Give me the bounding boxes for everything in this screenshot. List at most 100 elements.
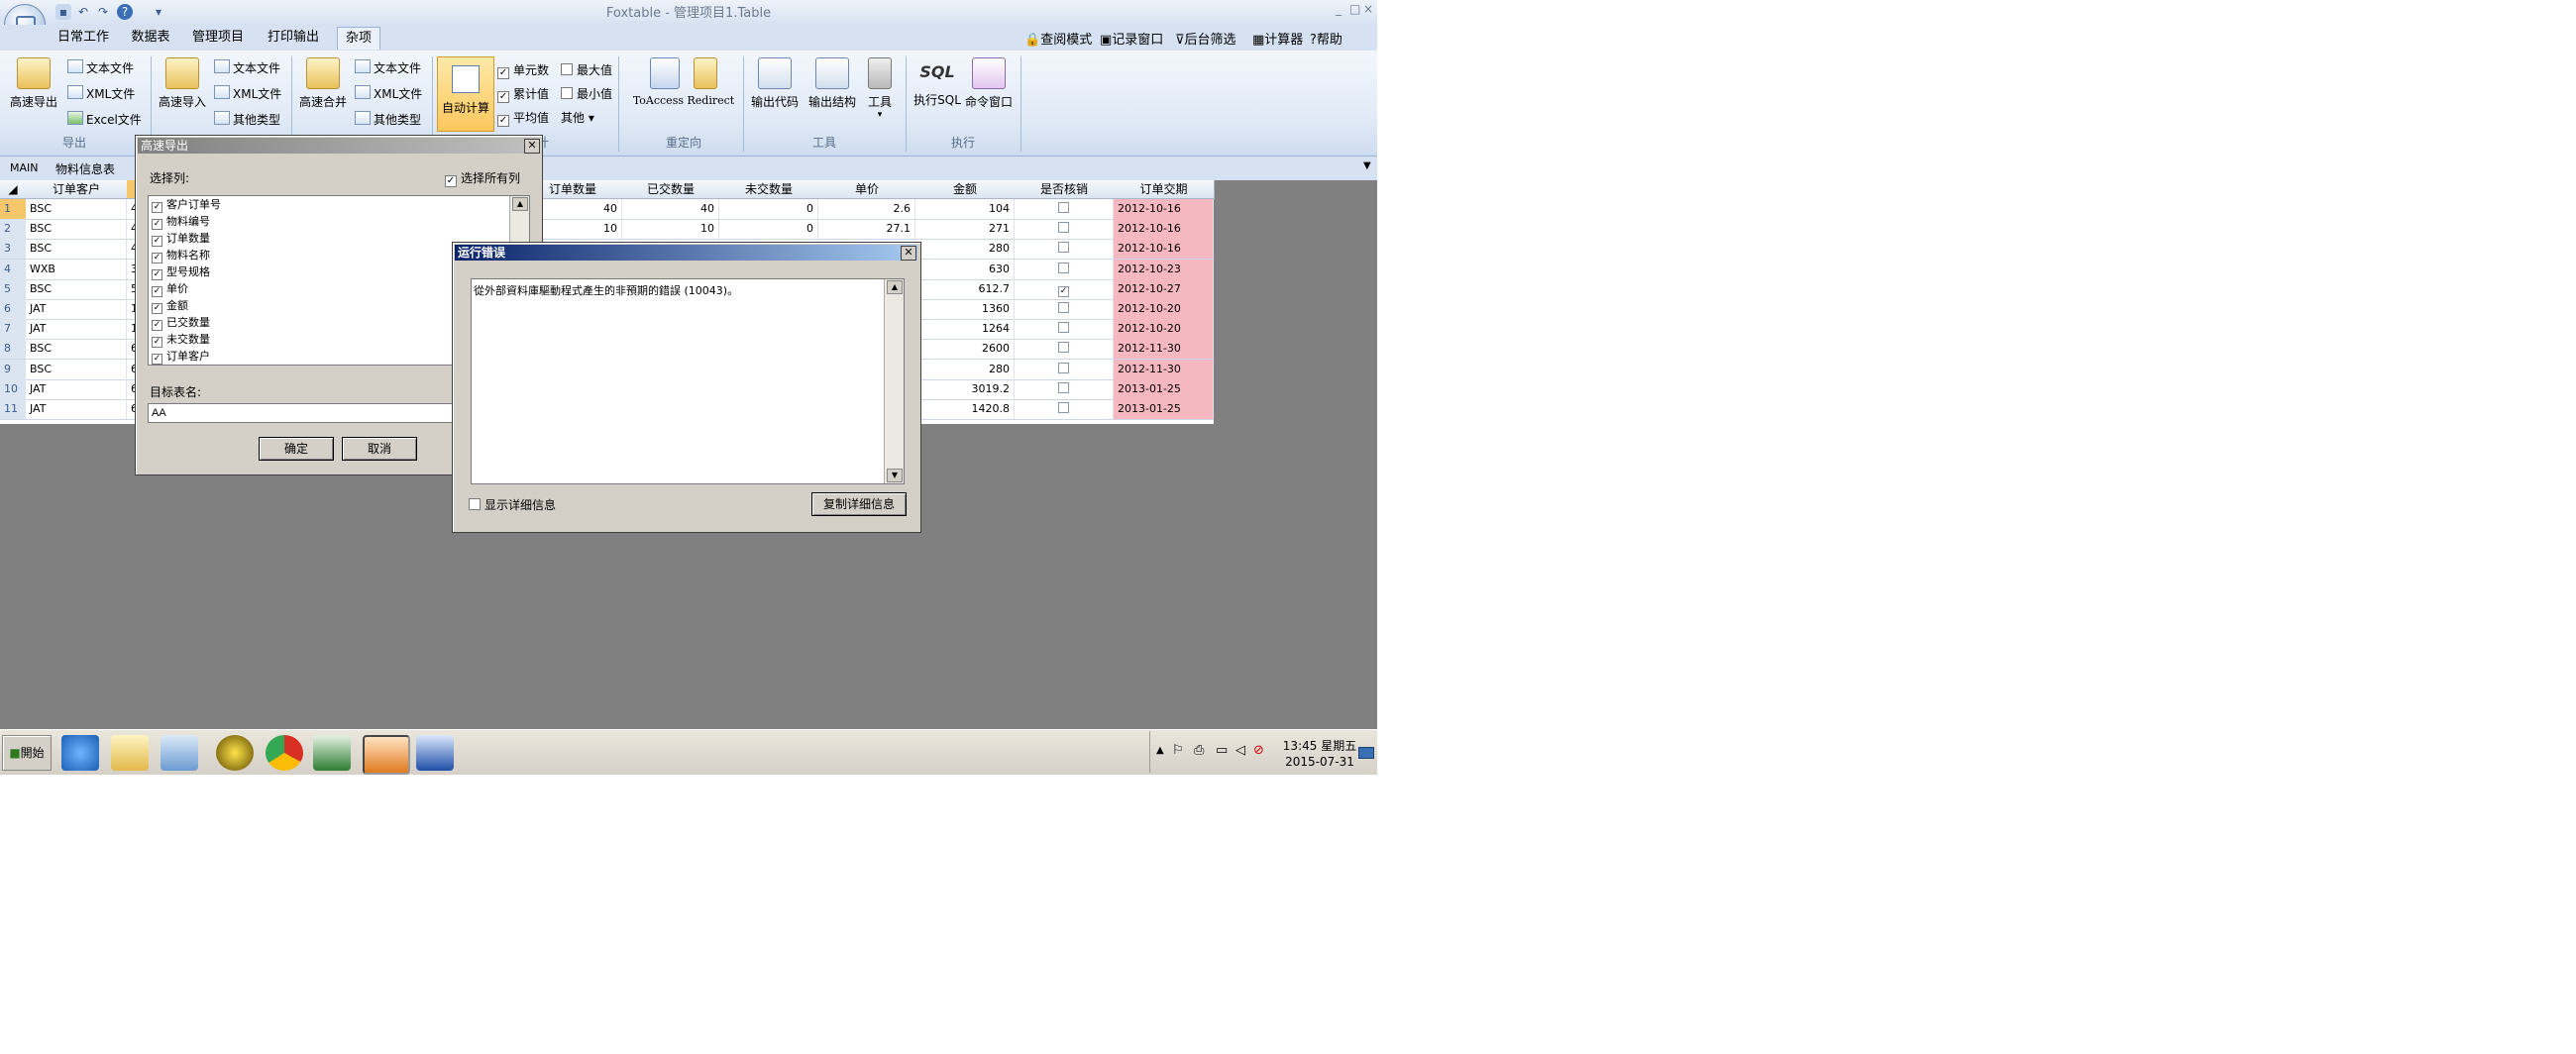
tab-daily-work[interactable]: 日常工作 [52, 27, 115, 49]
chevron-up-icon[interactable]: ▲ [1156, 745, 1164, 756]
redo-icon[interactable]: ↷ [95, 4, 111, 20]
cell-unit-price[interactable]: 2.6 [818, 199, 915, 219]
security-icon[interactable]: ⊘ [1253, 743, 1264, 758]
column-header[interactable]: 已交数量 [622, 180, 720, 199]
column-header[interactable]: 订单客户 [26, 180, 128, 199]
cell-verified-checkbox[interactable]: ✓ [1015, 278, 1114, 299]
close-icon[interactable]: ✕ [901, 246, 916, 261]
checkbox-icon[interactable]: ✓ [152, 236, 162, 247]
cell-customer[interactable]: BSC [26, 278, 127, 299]
row-number[interactable]: 2 [0, 219, 26, 240]
column-header[interactable]: 单价 [818, 180, 916, 199]
show-desktop-icon[interactable] [1358, 747, 1374, 759]
cell-due-date[interactable]: 2012-10-23 [1114, 259, 1214, 279]
cell-amount[interactable]: 630 [915, 259, 1015, 279]
query-mode-button[interactable]: 🔒查阅模式 [1024, 29, 1092, 48]
cell-verified-checkbox[interactable] [1015, 319, 1114, 340]
excel-icon[interactable] [313, 735, 351, 771]
cell-verified-checkbox[interactable] [1015, 399, 1114, 419]
minimize-button[interactable]: _ [1336, 2, 1342, 16]
cell-customer[interactable]: JAT [26, 299, 127, 319]
network-icon[interactable]: ▭ [1216, 743, 1228, 758]
record-window-button[interactable]: ▣记录窗口 [1100, 29, 1163, 48]
cell-customer[interactable]: WXB [26, 259, 127, 279]
tools-dropdown-button[interactable]: 工具 ▾ [862, 57, 898, 120]
import-xml-file[interactable]: XML文件 [214, 85, 281, 102]
checkbox-icon[interactable]: ✓ [152, 320, 162, 331]
checkbox-icon[interactable]: ✓ [152, 219, 162, 230]
scroll-up-icon[interactable]: ▲ [512, 197, 528, 211]
cell-due-date[interactable]: 2012-10-27 [1114, 278, 1214, 299]
clock-date[interactable]: 2015-07-31 [1275, 755, 1364, 769]
row-number[interactable]: 1 [0, 199, 26, 219]
scroll-down-icon[interactable]: ▼ [887, 469, 903, 482]
export-excel-file[interactable]: Excel文件 [67, 111, 142, 128]
close-button[interactable]: × [1363, 2, 1373, 16]
cell-verified-checkbox[interactable] [1015, 378, 1114, 399]
cell-customer[interactable]: BSC [26, 199, 127, 219]
calculator-button[interactable]: ▦计算器 [1252, 29, 1303, 48]
select-all-columns-checkbox[interactable]: ✓ 选择所有列 [445, 169, 520, 187]
column-list-item[interactable]: ✓ 物料编号 [149, 213, 529, 230]
fast-merge-button[interactable]: 高速合并 [295, 57, 351, 110]
save-icon[interactable]: ▪ [55, 4, 71, 20]
volume-icon[interactable]: ◁ [1235, 743, 1245, 758]
checkbox-icon[interactable]: ✓ [152, 337, 162, 348]
cell-amount[interactable]: 2600 [915, 339, 1015, 360]
cell-due-date[interactable]: 2012-10-16 [1114, 219, 1214, 240]
foxtable-taskbar-icon[interactable] [363, 735, 410, 775]
cell-delivered-qty[interactable]: 40 [622, 199, 719, 219]
merge-xml-file[interactable]: XML文件 [355, 85, 422, 102]
cell-due-date[interactable]: 2012-11-30 [1114, 339, 1214, 360]
table-tab-material-info[interactable]: 物料信息表 [55, 160, 115, 177]
cell-verified-checkbox[interactable] [1015, 359, 1114, 379]
stat-other-dropdown[interactable]: 其他 ▾ [561, 109, 594, 126]
chrome-icon[interactable] [266, 735, 303, 771]
cell-amount[interactable]: 3019.2 [915, 378, 1015, 399]
cell-customer[interactable]: BSC [26, 339, 127, 360]
copy-details-button[interactable]: 复制详细信息 [811, 492, 907, 516]
row-number[interactable]: 3 [0, 239, 26, 260]
import-text-file[interactable]: 文本文件 [214, 59, 280, 76]
stat-max[interactable]: 最大值 [561, 61, 612, 78]
merge-other-type[interactable]: 其他类型 [355, 111, 421, 128]
cell-amount[interactable]: 271 [915, 219, 1015, 240]
row-number[interactable]: 8 [0, 339, 26, 360]
error-scrollbar[interactable]: ▲ ▼ [884, 279, 904, 483]
column-header[interactable]: 未交数量 [719, 180, 819, 199]
app-y-icon[interactable] [216, 735, 254, 771]
start-button[interactable]: ■開始 [2, 735, 52, 771]
cell-due-date[interactable]: 2012-10-16 [1114, 199, 1214, 219]
checkbox-icon[interactable]: ✓ [152, 202, 162, 213]
cell-delivered-qty[interactable]: 10 [622, 219, 719, 240]
row-number[interactable]: 4 [0, 259, 26, 279]
undo-icon[interactable]: ↶ [75, 4, 91, 20]
checkbox-icon[interactable]: ✓ [152, 253, 162, 264]
help-button[interactable]: ?帮助 [1310, 29, 1342, 48]
cell-unit-price[interactable]: 27.1 [818, 219, 915, 240]
cell-amount[interactable]: 612.7 [915, 278, 1015, 299]
command-window-button[interactable]: 命令窗口 [961, 57, 1017, 110]
checkbox-icon[interactable]: ✓ [152, 303, 162, 314]
clock-time[interactable]: 13:45 星期五 [1275, 737, 1364, 754]
row-number[interactable]: 6 [0, 299, 26, 319]
cell-amount[interactable]: 1420.8 [915, 399, 1015, 419]
grid-corner[interactable]: ◢ [0, 180, 27, 199]
cell-verified-checkbox[interactable] [1015, 259, 1114, 279]
stat-cumulative[interactable]: ✓ 累计值 [497, 85, 549, 103]
cell-due-date[interactable]: 2013-01-25 [1114, 399, 1214, 419]
cell-undelivered-qty[interactable]: 0 [719, 219, 818, 240]
tab-manage-project[interactable]: 管理项目 [186, 27, 250, 49]
column-header[interactable]: 是否核销 [1015, 180, 1115, 199]
printer-icon[interactable]: ⎙ [1194, 743, 1204, 758]
show-details-checkbox[interactable]: 显示详细信息 [469, 496, 556, 513]
word-icon[interactable] [416, 735, 454, 771]
checkbox-icon[interactable]: ✓ [152, 286, 162, 297]
cell-verified-checkbox[interactable] [1015, 199, 1114, 219]
to-access-redirect-button[interactable]: ToAccess Redirect [624, 57, 743, 107]
stat-min[interactable]: 最小值 [561, 85, 612, 102]
cell-amount[interactable]: 280 [915, 239, 1015, 260]
error-message-box[interactable]: 從外部資料庫驅動程式產生的非預期的錯誤 (10043)。 ▲ ▼ [471, 278, 905, 484]
background-filter-button[interactable]: ⊽后台筛选 [1175, 29, 1236, 48]
cell-amount[interactable]: 1360 [915, 299, 1015, 319]
